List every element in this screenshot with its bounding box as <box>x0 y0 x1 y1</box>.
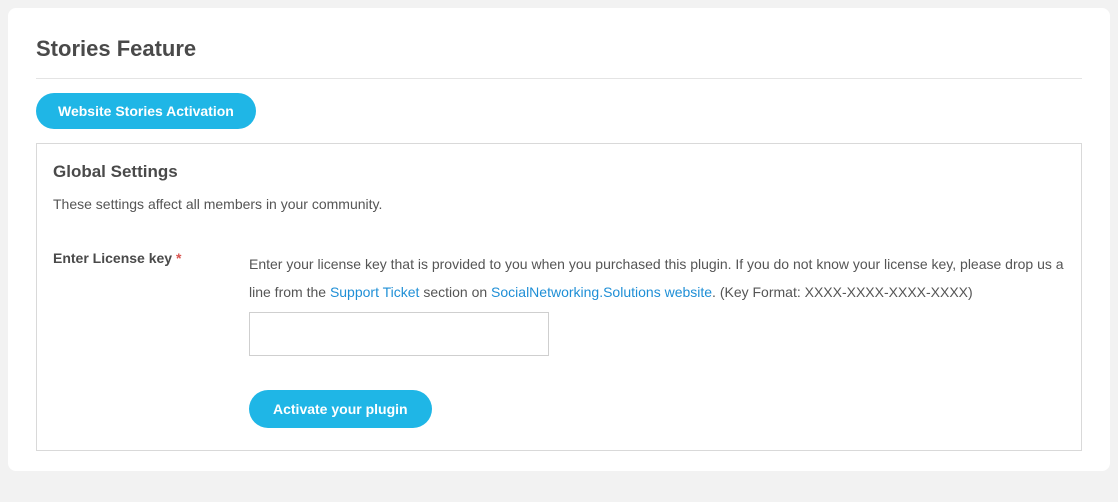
settings-card: Stories Feature Website Stories Activati… <box>8 8 1110 471</box>
license-key-help: Enter your license key that is provided … <box>249 250 1065 306</box>
page-title: Stories Feature <box>36 36 1082 62</box>
support-ticket-link[interactable]: Support Ticket <box>330 284 420 300</box>
global-settings-panel: Global Settings These settings affect al… <box>36 143 1082 451</box>
license-key-label: Enter License key * <box>53 250 249 266</box>
divider <box>36 78 1082 79</box>
label-text: Enter License key <box>53 250 176 266</box>
help-text-2: section on <box>419 284 491 300</box>
panel-title: Global Settings <box>53 162 1065 182</box>
activate-plugin-button[interactable]: Activate your plugin <box>249 390 432 428</box>
panel-description: These settings affect all members in you… <box>53 196 1065 212</box>
license-key-row: Enter License key * Enter your license k… <box>53 250 1065 428</box>
required-mark: * <box>176 250 181 266</box>
license-key-content: Enter your license key that is provided … <box>249 250 1065 428</box>
license-key-input[interactable] <box>249 312 549 356</box>
help-text-3: . (Key Format: XXXX-XXXX-XXXX-XXXX) <box>712 284 973 300</box>
tab-website-stories-activation[interactable]: Website Stories Activation <box>36 93 256 129</box>
socialnetworking-link[interactable]: SocialNetworking.Solutions website <box>491 284 712 300</box>
